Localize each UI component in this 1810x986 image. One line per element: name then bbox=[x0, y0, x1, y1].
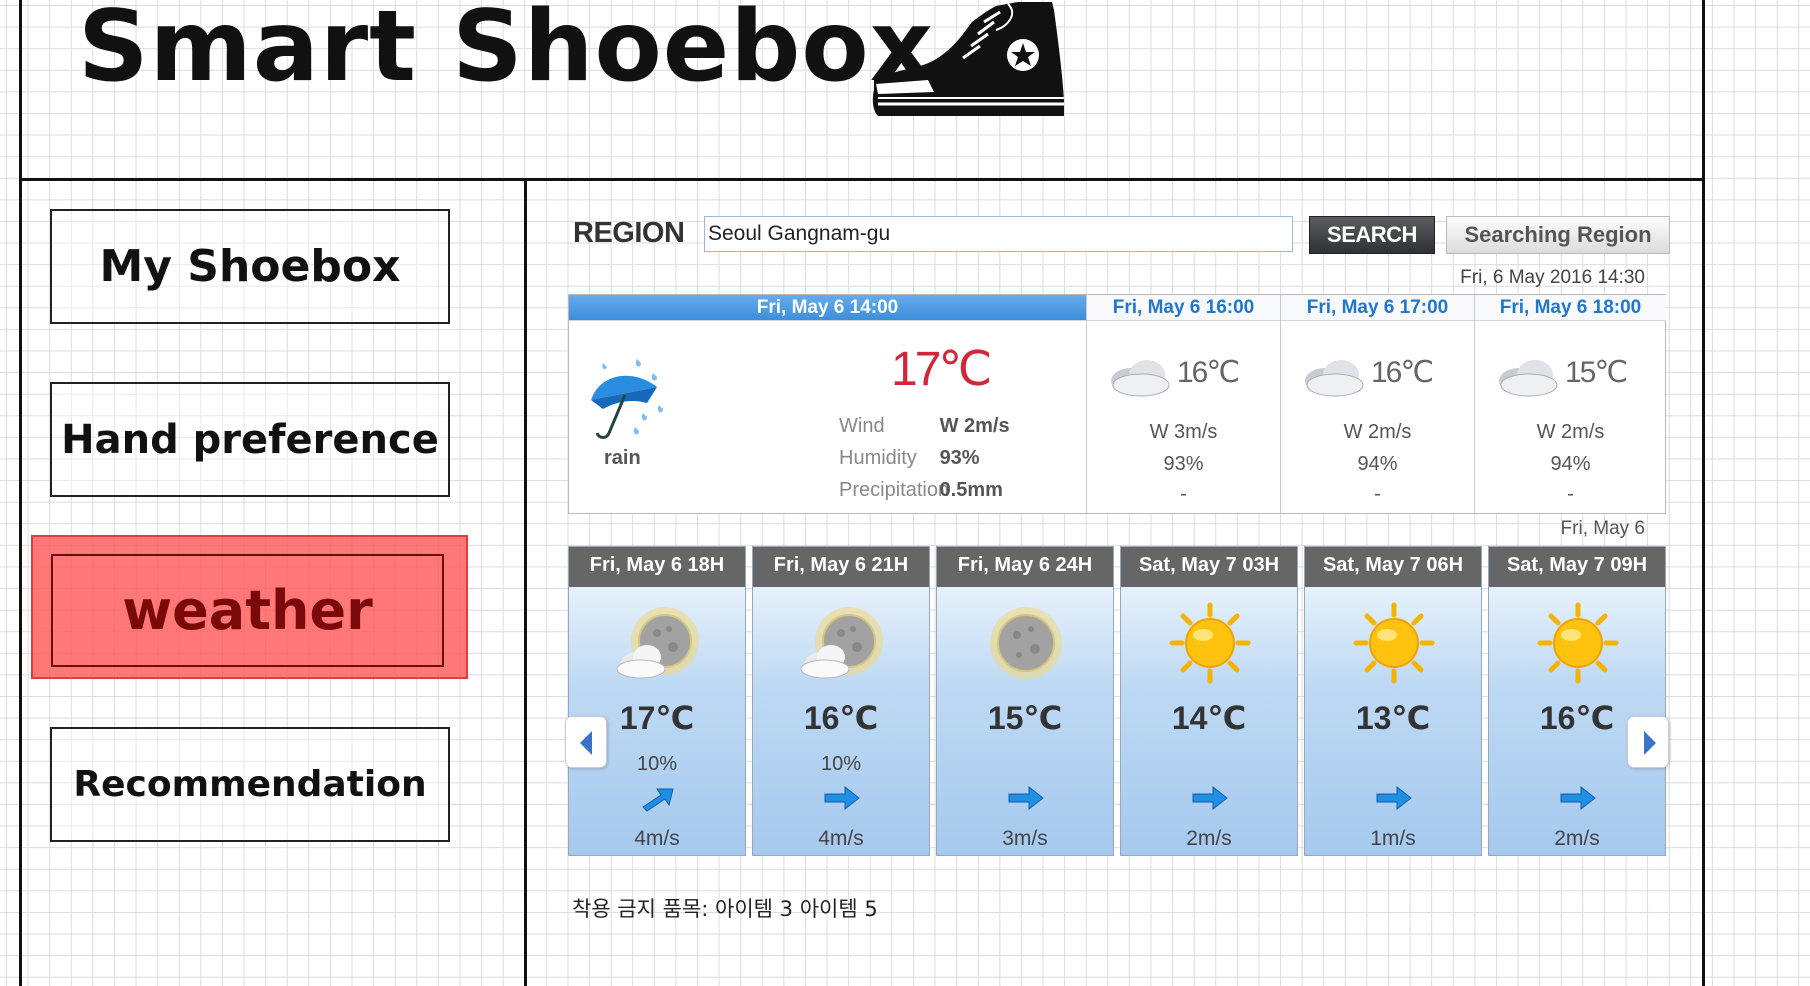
hourly-humidity: 93% bbox=[1163, 453, 1204, 475]
condition-label: rain bbox=[604, 447, 641, 469]
forecast-temperature: 13℃ bbox=[1355, 700, 1431, 736]
current-time-header: Fri, May 6 14:00 bbox=[569, 295, 1086, 321]
chevron-right-icon bbox=[1644, 731, 1656, 755]
sidebar-item-recommendation[interactable]: Recommendation bbox=[50, 727, 450, 842]
forecast-header: Sat, May 7 06H bbox=[1305, 547, 1481, 587]
sidebar-item-label: My Shoebox bbox=[99, 241, 401, 292]
prev-button[interactable] bbox=[565, 716, 607, 768]
cloud-icon bbox=[1305, 360, 1364, 397]
forecast-card: Fri, May 6 18H 17℃ 10% 4m/s bbox=[568, 546, 746, 856]
wind-arrow-icon bbox=[1376, 785, 1412, 811]
moon-cloud-icon bbox=[800, 607, 883, 679]
sun-icon bbox=[1353, 602, 1435, 684]
forecast-card: Fri, May 6 24H 15℃ 3m/s bbox=[936, 546, 1114, 856]
forecast-header: Fri, May 6 21H bbox=[753, 547, 929, 587]
wind-arrow-icon bbox=[1192, 785, 1228, 811]
sidebar-item-weather[interactable]: weather bbox=[31, 535, 468, 679]
hourly-wind: W 3m/s bbox=[1149, 421, 1218, 443]
detail-key: Humidity bbox=[839, 447, 917, 469]
cloud-icon bbox=[1499, 360, 1558, 397]
forecast-card: Sat, May 7 09H 16℃ 2m/s bbox=[1488, 546, 1666, 856]
detail-key: Wind bbox=[839, 415, 885, 437]
forecast-header: Sat, May 7 09H bbox=[1489, 547, 1665, 587]
forecast-header: Sat, May 7 03H bbox=[1121, 547, 1297, 587]
hourly-column: Fri, May 6 17:00 16℃ W 2m/s 94% - bbox=[1280, 295, 1474, 513]
forecast-temperature: 14℃ bbox=[1171, 700, 1247, 736]
hourly-temperature: 15℃ bbox=[1565, 356, 1628, 389]
hourly-humidity: 94% bbox=[1550, 453, 1591, 475]
forecast-date-label: Fri, May 6 bbox=[1560, 518, 1645, 539]
searching-region-button[interactable]: Searching Region bbox=[1446, 216, 1670, 254]
forecast-wind: 1m/s bbox=[1370, 827, 1416, 850]
detail-value: W 2m/s bbox=[939, 415, 1010, 437]
sidebar-item-weather-inner: weather bbox=[51, 554, 444, 667]
hourly-precipitation: - bbox=[1180, 483, 1187, 505]
forecast-wind: 4m/s bbox=[818, 827, 864, 850]
sidebar-item-my-shoebox[interactable]: My Shoebox bbox=[50, 209, 450, 324]
hourly-temperature: 16℃ bbox=[1371, 356, 1434, 389]
hourly-temperature: 16℃ bbox=[1177, 356, 1240, 389]
detail-value: 0.5mm bbox=[939, 479, 1003, 501]
sneaker-icon bbox=[872, 2, 1064, 116]
sidebar-item-hand-preference[interactable]: Hand preference bbox=[50, 382, 450, 497]
moon-cloud-icon bbox=[616, 607, 699, 679]
chevron-left-icon bbox=[580, 731, 592, 755]
hourly-header: Fri, May 6 18:00 bbox=[1475, 295, 1666, 321]
sidebar-item-label: Recommendation bbox=[73, 764, 427, 805]
forecast-card: Sat, May 7 03H 14℃ 2m/s bbox=[1120, 546, 1298, 856]
frame-left-border bbox=[19, 0, 22, 986]
restricted-items-note: 착용 금지 품목: 아이템 3 아이템 5 bbox=[572, 897, 878, 921]
forecast-precip-probability: 10% bbox=[820, 753, 862, 775]
hourly-column: Fri, May 6 18:00 15℃ W 2m/s 94% - bbox=[1474, 295, 1666, 513]
wind-arrow-icon bbox=[824, 785, 860, 811]
hourly-header: Fri, May 6 17:00 bbox=[1281, 295, 1474, 321]
frame-right-border bbox=[1702, 0, 1705, 986]
current-details: Wind W 2m/s Humidity 93% Precipitation 0… bbox=[839, 415, 1010, 511]
detail-row-wind: Wind W 2m/s bbox=[839, 415, 1010, 447]
hourly-column: Fri, May 6 16:00 16℃ W 3m/s 93% - bbox=[1086, 295, 1280, 513]
current-weather-table: Fri, May 6 14:00 rain 17℃ Wind W 2m/s Hu… bbox=[568, 294, 1666, 514]
search-button[interactable]: SEARCH bbox=[1309, 216, 1435, 254]
sidebar-item-label: Hand preference bbox=[61, 416, 439, 463]
forecast-wind: 2m/s bbox=[1186, 827, 1232, 850]
region-input[interactable] bbox=[704, 216, 1293, 252]
sidebar-item-label: weather bbox=[122, 579, 373, 642]
updated-timestamp: Fri, 6 May 2016 14:30 bbox=[1460, 267, 1645, 288]
hourly-humidity: 94% bbox=[1357, 453, 1398, 475]
moon-icon bbox=[990, 607, 1062, 679]
current-temperature: 17℃ bbox=[891, 343, 992, 396]
forecast-card: Fri, May 6 21H 16℃ 10% 4m/s bbox=[752, 546, 930, 856]
forecast-header: Fri, May 6 18H bbox=[569, 547, 745, 587]
detail-row-humidity: Humidity 93% bbox=[839, 447, 1010, 479]
wind-arrow-icon bbox=[642, 788, 674, 812]
hourly-wind: W 2m/s bbox=[1536, 421, 1605, 443]
sun-icon bbox=[1169, 602, 1251, 684]
detail-value: 93% bbox=[939, 447, 980, 469]
sidebar-divider bbox=[524, 178, 527, 986]
detail-row-precipitation: Precipitation 0.5mm bbox=[839, 479, 1010, 511]
sun-icon bbox=[1537, 602, 1619, 684]
hourly-precipitation: - bbox=[1567, 483, 1574, 505]
hourly-precipitation: - bbox=[1374, 483, 1381, 505]
hourly-wind: W 2m/s bbox=[1343, 421, 1412, 443]
wind-arrow-icon bbox=[1560, 785, 1596, 811]
forecast-wind: 2m/s bbox=[1554, 827, 1600, 850]
forecast-temperature: 15℃ bbox=[987, 700, 1063, 736]
current-column: Fri, May 6 14:00 rain 17℃ Wind W 2m/s Hu… bbox=[569, 295, 1086, 513]
forecast-temperature: 16℃ bbox=[803, 700, 879, 736]
header-divider bbox=[19, 178, 1705, 181]
detail-key: Precipitation bbox=[839, 479, 950, 501]
forecast-header: Fri, May 6 24H bbox=[937, 547, 1113, 587]
forecast-wind: 4m/s bbox=[634, 827, 680, 850]
next-button[interactable] bbox=[1627, 716, 1669, 768]
forecast-card: Sat, May 7 06H 13℃ 1m/s bbox=[1304, 546, 1482, 856]
cloud-icon bbox=[1111, 360, 1170, 397]
forecast-wind: 3m/s bbox=[1002, 827, 1048, 850]
region-label: REGION bbox=[573, 217, 685, 249]
wind-arrow-icon bbox=[1008, 785, 1044, 811]
hourly-header: Fri, May 6 16:00 bbox=[1087, 295, 1280, 321]
app-title: Smart Shoebox bbox=[78, 0, 934, 104]
rain-umbrella-icon bbox=[591, 359, 663, 439]
